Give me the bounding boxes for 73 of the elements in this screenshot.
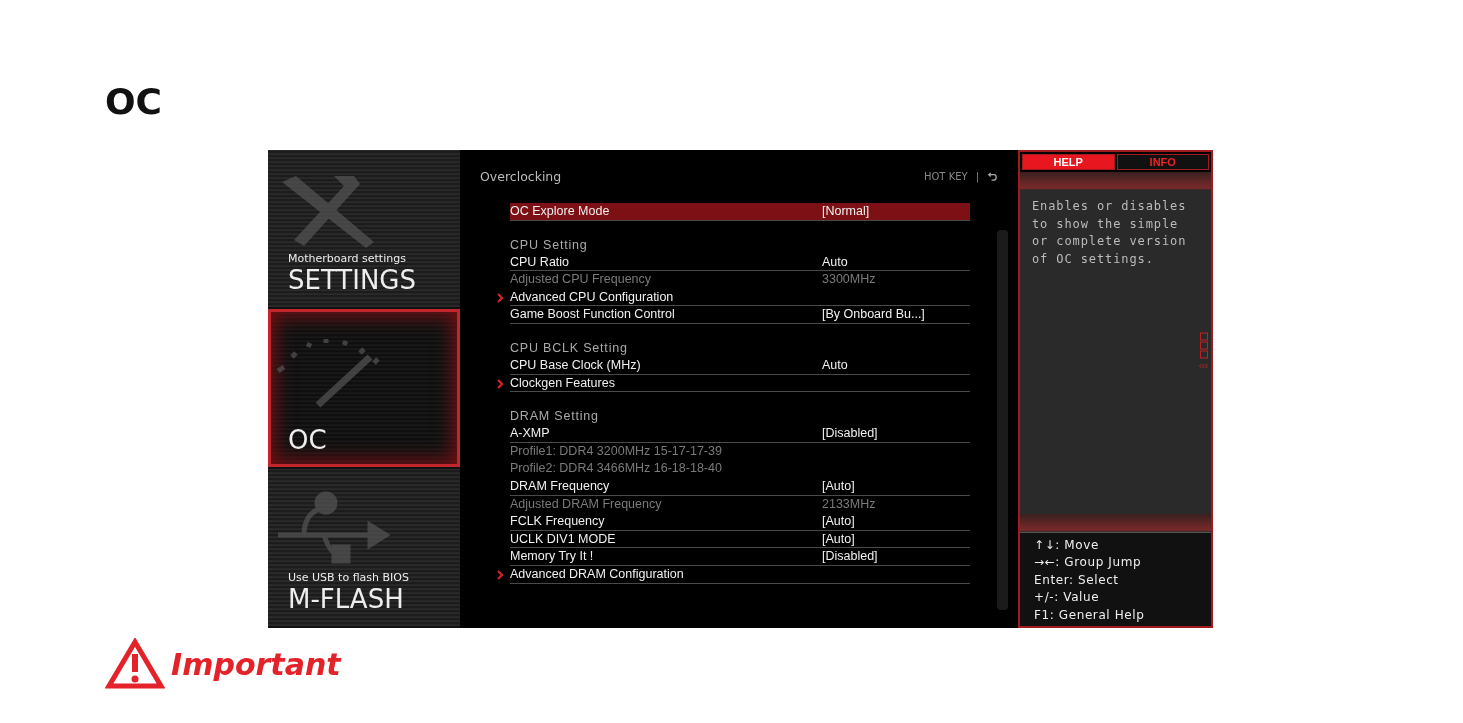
section-heading: OC (105, 80, 164, 124)
group-heading: CPU Setting (510, 236, 589, 254)
hotkey-label[interactable]: HOT KEY (923, 170, 968, 182)
tile-subtitle: Use USB to flash BIOS (288, 571, 410, 584)
setting-value: [Normal] (822, 203, 871, 220)
menu-tile[interactable]: Motherboard settings SETTINGS (268, 150, 460, 310)
setting-label: Clockgen Features (510, 374, 615, 392)
setting-row[interactable]: UCLK DIV1 MODE [Auto] (510, 530, 970, 549)
setting-value: 3300MHz (822, 271, 877, 288)
help-text: Enables or disables to show the simple or complete version of OC settings. (1031, 198, 1188, 268)
setting-label: CPU Ratio (510, 253, 570, 271)
setting-value: [Auto] (822, 513, 856, 530)
tile-title: M-FLASH (288, 584, 405, 614)
setting-value: [Disabled] (822, 425, 879, 442)
tile-title: SETTINGS (288, 265, 417, 296)
setting-row[interactable]: Adjusted CPU Frequency 3300MHz (510, 271, 970, 289)
setting-label: Profile1: DDR4 3200MHz 15-17-17-39 (510, 442, 722, 460)
setting-row[interactable]: Profile1: DDR4 3200MHz 15-17-17-39 (510, 442, 970, 461)
warning-icon (105, 638, 165, 690)
back-icon[interactable] (987, 170, 998, 182)
panel-tab[interactable]: HELP (1022, 154, 1115, 170)
setting-value: 2133MHz (822, 495, 877, 513)
setting-label: Adjusted CPU Frequency (510, 271, 652, 288)
key-hint: →←: Group Jump (1034, 554, 1143, 571)
notice-title: Important (171, 646, 341, 682)
setting-label: Memory Try It ! (510, 548, 594, 565)
setting-value: [Disabled] (822, 548, 879, 565)
menu-tile[interactable]: Use USB to flash BIOS M-FLASH (268, 468, 460, 628)
setting-row[interactable]: Game Boost Function Control [By Onboard Bu...] (510, 306, 970, 324)
setting-value: [Auto] (822, 477, 856, 495)
page-title: Overclocking (480, 168, 563, 184)
panel-tab[interactable]: INFO (1116, 154, 1209, 170)
setting-label: FCLK Frequency (510, 513, 605, 530)
setting-row[interactable]: Advanced DRAM Configuration (510, 565, 970, 584)
setting-row[interactable]: Profile2: DDR4 3466MHz 16-18-18-40 (510, 460, 970, 478)
setting-value: Auto (822, 356, 849, 374)
key-hint: Enter: Select (1034, 571, 1120, 589)
key-hint: +/-: Value (1034, 589, 1101, 606)
tile-subtitle: Motherboard settings (288, 252, 407, 266)
setting-label: UCLK DIV1 MODE (510, 530, 616, 548)
chevron-icon (497, 569, 503, 580)
setting-value: [Auto] (822, 530, 856, 548)
setting-row[interactable]: CPU Ratio Auto (510, 253, 970, 272)
setting-row[interactable]: DRAM Frequency [Auto] (510, 477, 970, 496)
setting-row[interactable]: Adjusted DRAM Frequency 2133MHz (510, 495, 970, 514)
setting-row[interactable]: A-XMP [Disabled] (510, 425, 970, 443)
scrollbar[interactable] (997, 230, 1008, 610)
chevron-icon (497, 292, 503, 303)
key-hint: F1: General Help (1034, 606, 1146, 624)
setting-row[interactable]: FCLK Frequency [Auto] (510, 513, 970, 531)
setting-value: [By Onboard Bu...] (822, 306, 926, 323)
menu-tile[interactable]: OC (268, 309, 460, 469)
setting-row[interactable]: Advanced CPU Configuration (510, 288, 970, 307)
setting-row[interactable]: CPU Base Clock (MHz) Auto (510, 356, 970, 375)
setting-label: Advanced CPU Configuration (510, 288, 674, 306)
setting-label: CPU Base Clock (MHz) (510, 356, 641, 374)
setting-label: Profile2: DDR4 3466MHz 16-18-18-40 (510, 460, 722, 477)
separator-glyph: | (975, 170, 979, 182)
tile-title: OC (288, 424, 328, 455)
group-heading: DRAM Setting (510, 408, 600, 426)
setting-label: A-XMP (510, 425, 550, 442)
setting-label: DRAM Frequency (510, 477, 610, 495)
setting-row[interactable]: OC Explore Mode [Normal] (510, 203, 970, 221)
setting-label: Advanced DRAM Configuration (510, 565, 684, 583)
key-hint: ↑↓: Move (1034, 536, 1100, 554)
setting-row[interactable]: Clockgen Features (510, 374, 970, 393)
setting-label: OC Explore Mode (510, 203, 610, 220)
chevron-icon (497, 378, 503, 389)
setting-value: Auto (822, 253, 849, 271)
setting-row[interactable]: Memory Try It ! [Disabled] (510, 548, 970, 566)
setting-label: Adjusted DRAM Frequency (510, 495, 662, 513)
setting-label: Game Boost Function Control (510, 306, 675, 323)
group-heading: CPU BCLK Setting (510, 339, 629, 357)
